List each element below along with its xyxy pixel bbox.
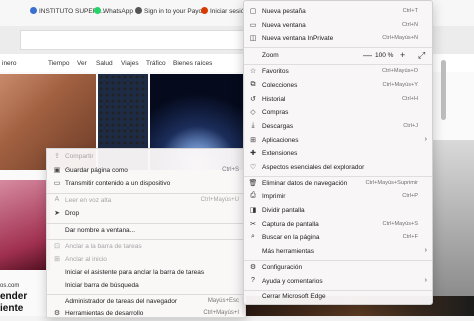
read-aloud-icon: A <box>54 196 60 203</box>
menu-item-search-bar[interactable]: Iniciar barra de búsqueda <box>47 280 245 293</box>
menu-item-find[interactable]: ⌕ Buscar en la página Ctrl+F <box>244 232 432 245</box>
menu-item-more-tools[interactable]: Más herramientas › <box>244 246 432 259</box>
menu-item-inprivate[interactable]: ◫ Nueva ventana InPrivate Ctrl+Mayús+N <box>244 33 432 46</box>
zoom-in-button[interactable]: + <box>400 50 405 60</box>
menu-item-pin-start[interactable]: ⊞ Anclar al inicio <box>47 254 245 267</box>
fullscreen-button[interactable]: ⤢ <box>418 50 425 61</box>
save-icon: ▣ <box>53 167 61 174</box>
zoom-out-button[interactable]: — <box>363 50 372 60</box>
menu-divider <box>47 239 245 240</box>
menu-item-new-window[interactable]: ▭ Nueva ventana Ctrl+N <box>244 20 432 33</box>
menu-item-save-page[interactable]: ▣ Guardar página como Ctrl+S <box>47 165 245 178</box>
news-headline[interactable]: ender <box>0 291 27 302</box>
menu-item-read-aloud[interactable]: A Leer en voz alta Ctrl+Mayús+U <box>47 195 245 208</box>
menu-item-settings[interactable]: ⚙ Configuración <box>244 262 432 275</box>
menu-item-print[interactable]: ⎙ Imprimir Ctrl+P <box>244 191 432 204</box>
menu-item-collections[interactable]: ⧉ Colecciones Ctrl+Mayús+Y <box>244 80 432 93</box>
menu-item-extensions[interactable]: ✚ Extensiones <box>244 148 432 161</box>
nav-item[interactable]: Ver <box>77 60 87 67</box>
essentials-icon: ♡ <box>249 164 257 171</box>
search-box[interactable] <box>20 30 252 50</box>
share-icon: ⇪ <box>54 153 60 160</box>
nav-item[interactable]: Tráfico <box>146 60 166 67</box>
news-headline[interactable]: iente <box>0 303 23 314</box>
menu-item-pin-wizard[interactable]: Iniciar el asistente para anclar la barr… <box>47 267 245 280</box>
screenshot-icon: ✂ <box>250 221 256 228</box>
favorites-icon: ☆ <box>249 68 257 75</box>
menu-divider <box>47 223 245 224</box>
menu-item-cast[interactable]: ▭ Transmitir contenido a un dispositivo <box>47 178 245 191</box>
split-screen-icon: ◨ <box>249 207 257 214</box>
chevron-right-icon: › <box>424 277 427 284</box>
menu-item-history[interactable]: ↺ Historial Ctrl+H <box>244 94 432 107</box>
collections-icon: ⧉ <box>250 81 256 88</box>
settings-menu: ▢ Nueva pestaña Ctrl+T ▭ Nueva ventana C… <box>243 0 433 305</box>
downloads-icon: ⤓ <box>251 122 255 129</box>
menu-divider <box>47 294 245 295</box>
drop-icon: ➤ <box>54 210 60 217</box>
menu-item-pin-taskbar[interactable]: ⊡ Anclar a la barra de tareas <box>47 241 245 254</box>
menu-item-drop[interactable]: ➤ Drop <box>47 208 245 221</box>
pin-start-icon: ⊞ <box>54 256 60 263</box>
nav-item[interactable]: Tiempo <box>48 60 69 67</box>
bookmark-item[interactable]: WhatsApp <box>94 7 133 15</box>
globe-icon <box>135 7 142 14</box>
nav-item[interactable]: Salud <box>96 60 113 67</box>
menu-item-downloads[interactable]: ⤓ Descargas Ctrl+J <box>244 121 432 134</box>
menu-item-apps[interactable]: ⊞ Aplicaciones › <box>244 135 432 148</box>
menu-divider <box>244 64 432 65</box>
menu-divider <box>47 193 245 194</box>
bookmark-item[interactable]: Sign in to your Payo... <box>135 7 208 15</box>
menu-item-help[interactable]: ? Ayuda y comentarios › <box>244 276 432 289</box>
menu-divider <box>244 176 432 177</box>
new-window-icon: ▭ <box>249 22 257 29</box>
nav-item[interactable]: inero <box>2 60 16 67</box>
new-tab-icon: ▢ <box>249 8 257 15</box>
delete-data-icon: 🗑 <box>248 180 258 187</box>
bookmark-icon <box>30 7 37 14</box>
settings-icon: ⚙ <box>249 264 257 271</box>
zoom-label: Zoom <box>262 52 279 59</box>
zoom-value: 100 % <box>375 52 394 59</box>
print-icon: ⎙ <box>250 192 256 199</box>
inprivate-icon: ◫ <box>249 35 257 42</box>
context-menu: ⇪ Compartir ▣ Guardar página como Ctrl+S… <box>46 148 246 318</box>
extensions-icon: ✚ <box>250 150 256 157</box>
menu-item-close-edge[interactable]: Cerrar Microsoft Edge <box>244 291 432 304</box>
history-icon: ↺ <box>250 96 256 103</box>
office-icon <box>201 7 208 14</box>
news-image[interactable] <box>433 140 474 300</box>
menu-item-new-tab[interactable]: ▢ Nueva pestaña Ctrl+T <box>244 6 432 19</box>
menu-item-essentials[interactable]: ♡ Aspectos esenciales del explorador <box>244 162 432 175</box>
whatsapp-icon <box>94 7 101 14</box>
menu-item-favorites[interactable]: ☆ Favoritos Ctrl+Mayús+O <box>244 66 432 79</box>
find-icon: ⌕ <box>251 233 255 240</box>
menu-divider <box>244 260 432 261</box>
zoom-row: Zoom — 100 % + ⤢ <box>244 48 432 64</box>
cast-icon: ▭ <box>53 180 61 187</box>
nav-item[interactable]: Viajes <box>121 60 139 67</box>
menu-item-screenshot[interactable]: ✂ Captura de pantalla Ctrl+Mayús+S <box>244 219 432 232</box>
chevron-right-icon: › <box>424 247 427 254</box>
help-icon: ? <box>251 277 255 284</box>
scrollbar[interactable] <box>441 60 446 120</box>
chevron-right-icon: › <box>424 136 427 143</box>
news-source: os.com <box>0 283 20 289</box>
menu-item-devtools[interactable]: ⚙ Herramientas de desarrollo Ctrl+Mayús+… <box>47 308 245 321</box>
news-image[interactable] <box>0 180 50 270</box>
menu-item-share[interactable]: ⇪ Compartir <box>47 151 245 164</box>
shopping-icon: ◇ <box>250 109 256 116</box>
menu-item-shopping[interactable]: ◇ Compras <box>244 107 432 120</box>
menu-item-split-screen[interactable]: ◨ Dividir pantalla <box>244 205 432 218</box>
menu-item-name-window[interactable]: Dar nombre a ventana... <box>47 225 245 238</box>
nav-item[interactable]: Bienes raíces <box>173 60 212 67</box>
menu-item-clear-data[interactable]: 🗑 Eliminar datos de navegación Ctrl+Mayú… <box>244 178 432 191</box>
pin-icon: ⊡ <box>54 243 60 250</box>
apps-icon: ⊞ <box>250 137 256 144</box>
